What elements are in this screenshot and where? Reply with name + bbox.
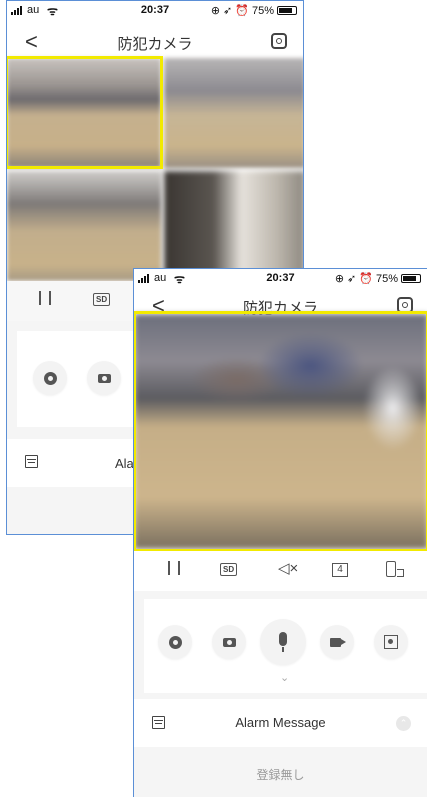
split-view-button[interactable]: 4 — [332, 563, 348, 577]
camera-feed-4[interactable] — [164, 171, 303, 281]
alarm-message-label: Alarm Message — [235, 715, 326, 730]
battery-icon — [401, 274, 421, 283]
status-bar: au ᯤ 20:37 ⊕ ➶ ⏰ 75% — [134, 269, 427, 289]
battery-icon — [277, 6, 297, 15]
record-icon — [329, 637, 346, 647]
selected-feed-highlight — [7, 56, 163, 169]
battery-percent: 75% — [251, 4, 274, 17]
screenshot-button[interactable] — [374, 625, 408, 659]
status-right-group: ⊕ ➶ ⏰ 75% — [211, 4, 297, 17]
lock-rotation-icon: ⊕ — [210, 5, 221, 17]
ptz-button[interactable] — [33, 361, 67, 395]
collapse-toggle-icon[interactable]: ⌃ — [396, 716, 411, 731]
expand-chevron-icon[interactable]: ⌄ — [280, 671, 289, 684]
page-title: 防犯カメラ — [117, 36, 193, 53]
ptz-icon — [168, 635, 182, 649]
camera-feed-2[interactable] — [164, 58, 303, 168]
alarm-label-partial: Ala — [115, 456, 134, 471]
status-right-group: ⊕ ➶ ⏰ 75% — [335, 272, 421, 285]
battery-percent: 75% — [375, 272, 398, 285]
status-bar: au ᯤ 20:37 ⊕ ➶ ⏰ 75% — [7, 1, 303, 21]
action-panel: ⌄ — [134, 591, 427, 699]
snapshot-button[interactable] — [212, 625, 246, 659]
calendar-icon — [25, 455, 38, 468]
alarm-message-row[interactable]: Alarm Message ⌃ — [134, 701, 427, 745]
alarm-icon: ⏰ — [235, 5, 249, 17]
control-bar: SD ◁× 4 — [134, 551, 427, 591]
record-button[interactable] — [320, 625, 354, 659]
sd-quality-button[interactable]: SD — [220, 563, 238, 576]
location-icon: ➶ — [223, 5, 233, 17]
screenshot-icon — [384, 635, 398, 649]
snapshot-icon — [222, 637, 236, 647]
snapshot-button[interactable] — [87, 361, 121, 395]
rotate-screen-icon[interactable] — [386, 561, 404, 577]
settings-icon[interactable] — [271, 33, 287, 49]
action-panel-card: ⌄ — [144, 599, 427, 693]
alarm-icon: ⏰ — [359, 273, 373, 285]
selected-feed-highlight — [134, 311, 427, 552]
empty-state-label: 登録無し — [256, 768, 305, 782]
mic-icon — [279, 632, 287, 652]
phone-screenshot-single-view: au ᯤ 20:37 ⊕ ➶ ⏰ 75% < 防犯カメラ SD ◁× 4 ⌄ A… — [133, 268, 427, 797]
sd-quality-button[interactable]: SD — [93, 293, 111, 306]
mute-icon[interactable]: ◁× — [278, 559, 298, 577]
nav-bar: < 防犯カメラ — [7, 27, 303, 57]
pause-icon[interactable] — [168, 561, 180, 575]
ptz-icon — [43, 371, 57, 385]
ptz-button[interactable] — [158, 625, 192, 659]
location-icon: ➶ — [347, 273, 357, 285]
lock-rotation-icon: ⊕ — [334, 273, 345, 285]
camera-feed-3[interactable] — [7, 171, 161, 281]
snapshot-icon — [97, 373, 111, 383]
pause-icon[interactable] — [39, 291, 51, 305]
talk-button[interactable] — [260, 619, 306, 665]
alarm-empty-area: 登録無し — [134, 747, 427, 797]
